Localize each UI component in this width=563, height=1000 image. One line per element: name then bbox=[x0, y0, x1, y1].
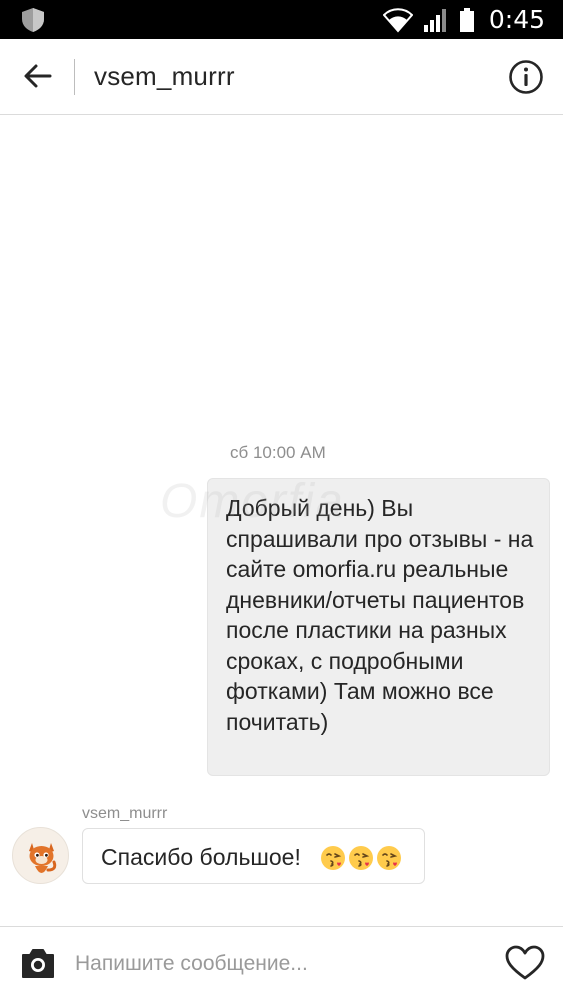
status-bar: 0:45 bbox=[0, 0, 563, 39]
cat-avatar-icon bbox=[29, 843, 57, 873]
kissing-face-icon bbox=[349, 846, 373, 870]
emoji-group bbox=[320, 845, 402, 871]
header-divider bbox=[74, 59, 75, 95]
back-arrow-icon[interactable] bbox=[22, 60, 54, 92]
camera-icon[interactable] bbox=[20, 946, 56, 980]
outgoing-message-text: Добрый день) Вы спрашивали про отзывы - … bbox=[226, 495, 534, 735]
battery-icon bbox=[459, 7, 474, 32]
info-icon[interactable] bbox=[508, 59, 544, 95]
kissing-face-icon bbox=[321, 846, 345, 870]
incoming-sender-name: vsem_murrr bbox=[82, 805, 168, 822]
message-timestamp: сб 10:00 AM bbox=[230, 443, 326, 462]
message-input[interactable] bbox=[75, 949, 475, 979]
status-icons: 0:45 bbox=[382, 0, 545, 39]
kissing-face-icon bbox=[377, 846, 401, 870]
chat-header: vsem_murrr bbox=[0, 39, 563, 115]
avatar[interactable] bbox=[12, 827, 69, 884]
watermark: Omorfia bbox=[160, 475, 345, 528]
incoming-message-bubble[interactable]: Спасибо большое! bbox=[82, 828, 425, 884]
message-composer bbox=[0, 926, 563, 1000]
chat-title[interactable]: vsem_murrr bbox=[94, 61, 235, 92]
incoming-message-text: Спасибо большое! bbox=[101, 844, 301, 870]
wifi-icon bbox=[382, 7, 413, 33]
heart-icon[interactable] bbox=[505, 945, 545, 981]
status-clock: 0:45 bbox=[488, 5, 545, 34]
signal-icon bbox=[423, 8, 446, 32]
shield-icon bbox=[22, 8, 44, 32]
